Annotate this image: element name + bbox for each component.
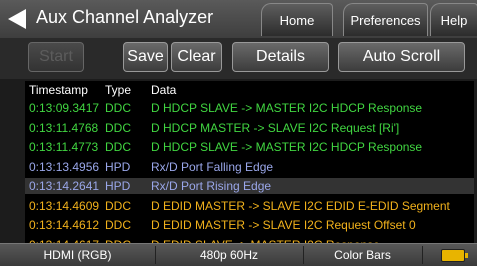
type-cell: DDC: [105, 198, 131, 213]
type-cell: HPD: [105, 159, 131, 174]
type-cell: DDC: [105, 101, 131, 115]
page-title: Aux Channel Analyzer: [36, 7, 214, 27]
timestamp-cell: 0:13:11.4768: [29, 120, 99, 135]
timestamp-cell: 0:13:09.3417: [29, 101, 100, 115]
tab-preferences[interactable]: Preferences: [343, 3, 428, 36]
table-row[interactable]: 0:13:14.4612 DDC D EDID MASTER -> SLAVE I2…: [25, 217, 474, 233]
auto-scroll-button[interactable]: Auto Scroll: [338, 42, 465, 72]
toolbar: Start Save Clear Details Auto Scroll: [0, 38, 477, 79]
column-header-data: Data: [151, 83, 177, 97]
timestamp-cell: 0:13:11.4773: [29, 140, 99, 154]
table-row[interactable]: 0:13:14.4609 DDC D EDID MASTER -> SLAVE I2…: [25, 198, 474, 214]
column-header-timestamp: Timestamp: [29, 83, 88, 97]
status-bar: HDMI (RGB) 480p 60Hz Color Bars: [0, 243, 477, 266]
type-cell: HPD: [105, 179, 131, 193]
clear-button[interactable]: Clear: [171, 42, 222, 72]
data-cell: D HDCP MASTER -> SLAVE I2C Request [Ri']: [151, 120, 400, 135]
title-bar: Aux Channel Analyzer Home Preferences He…: [0, 0, 477, 39]
start-button[interactable]: Start: [28, 42, 84, 72]
details-button[interactable]: Details: [232, 42, 329, 72]
table-row[interactable]: 0:13:11.4768 DDC D HDCP MASTER -> SLAVE I2…: [25, 120, 474, 136]
interface-status[interactable]: HDMI (RGB): [0, 244, 155, 266]
pattern-status[interactable]: Color Bars: [303, 244, 422, 266]
table-row[interactable]: 0:13:11.4773 DDC D HDCP SLAVE -> MASTER I2…: [25, 139, 474, 155]
data-cell: D HDCP SLAVE -> MASTER I2C HDCP Response: [151, 140, 423, 154]
data-cell: D EDID MASTER -> SLAVE I2C EDID E-EDID S…: [151, 198, 450, 213]
type-cell: DDC: [105, 140, 131, 154]
table-row[interactable]: 0:13:14.2641 HPD Rx/D Port Rising Edge: [25, 178, 474, 194]
timestamp-cell: 0:13:14.4612: [29, 218, 100, 232]
status-divider: [422, 246, 423, 264]
data-cell: Rx/D Port Rising Edge: [151, 179, 272, 193]
tab-home[interactable]: Home: [261, 3, 333, 36]
save-button[interactable]: Save: [123, 42, 168, 72]
event-table[interactable]: Timestamp Type Data 0:13:09.3417 DDC D HDC…: [25, 81, 474, 259]
resolution-status[interactable]: 480p 60Hz: [155, 244, 303, 266]
data-cell: D EDID MASTER -> SLAVE I2C Request Offse…: [151, 218, 416, 232]
tab-help[interactable]: Help: [430, 3, 477, 36]
data-cell: D HDCP SLAVE -> MASTER I2C HDCP Response: [151, 101, 423, 115]
table-row[interactable]: 0:13:13.4956 HPD Rx/D Port Falling Edge: [25, 159, 474, 175]
data-cell: Rx/D Port Falling Edge: [151, 159, 274, 174]
battery-icon: [441, 249, 468, 262]
type-cell: DDC: [105, 120, 131, 135]
column-header-type: Type: [105, 83, 132, 97]
table-header: Timestamp Type Data: [25, 82, 474, 98]
table-row[interactable]: 0:13:09.3417 DDC D HDCP SLAVE -> MASTER I2…: [25, 100, 474, 116]
timestamp-cell: 0:13:14.4609: [29, 198, 100, 213]
type-cell: DDC: [105, 218, 131, 232]
back-arrow-icon[interactable]: [6, 7, 28, 31]
timestamp-cell: 0:13:14.2641: [29, 179, 100, 193]
timestamp-cell: 0:13:13.4956: [29, 159, 100, 174]
